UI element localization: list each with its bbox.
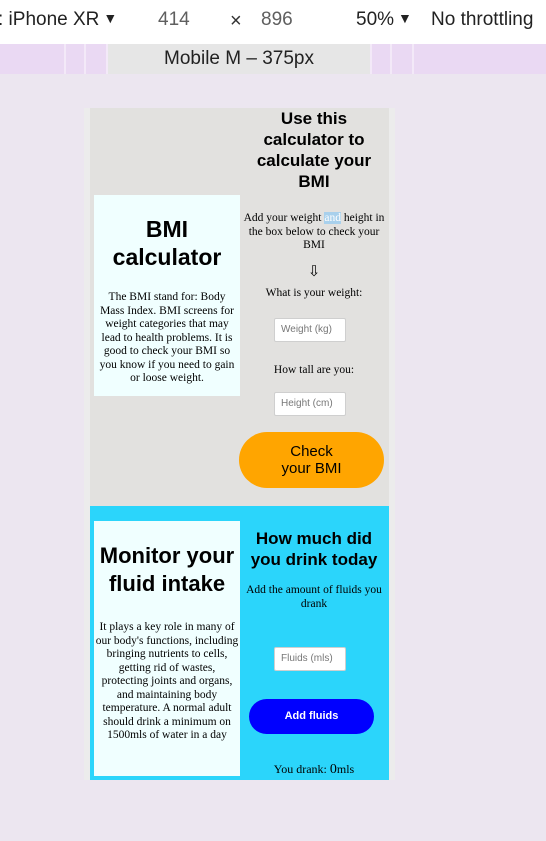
device-selector[interactable]: : iPhone XR ▼ [0,9,117,31]
bmi-card-title: BMI calculator [112,216,222,270]
media-query-label[interactable]: Mobile M – 375px [108,44,370,74]
bmi-heading: Use this calculator to calculate your BM… [256,109,372,191]
check-bmi-button[interactable]: Check your BMI [239,432,384,488]
fluid-card-text: It plays a key role in many of our body'… [95,621,239,741]
fluid-intro-text: Add the amount of fluids you drank [246,584,382,610]
device-name: : iPhone XR [0,9,100,30]
media-query-segment[interactable] [0,44,64,74]
drank-value: 0 [329,762,337,777]
throttling-selector[interactable]: No throttling [431,9,533,31]
intro-text-part: Add your weight [243,212,325,224]
media-query-segment[interactable] [372,44,390,74]
fluid-section: Monitor your fluid intake It plays a key… [90,506,389,780]
times-icon: × [230,10,242,32]
bmi-calculator-column: Use this calculator to calculate your BM… [241,108,387,299]
fluid-heading: How much did you drink today [250,529,378,569]
devtools-toolbar: : iPhone XR ▼ 414 × 896 50% ▼ No throttlin… [0,0,546,44]
device-viewport: BMI calculator The BMI stand for: Body M… [84,108,395,780]
zoom-selector[interactable]: 50% ▼ [356,9,412,31]
bmi-card-text: The BMI stand for: Body Mass Index. BMI … [99,291,235,384]
height-field[interactable]: 896 [261,9,293,31]
bmi-intro-text: Add your weight and height in the box be… [241,212,387,253]
fluids-input[interactable]: Fluids (mls) [274,647,346,671]
drank-total: You drank: 0mls [241,762,387,778]
zoom-value: 50% [356,9,395,30]
fluid-card-title: Monitor your fluid intake [99,543,235,596]
bmi-info-card: BMI calculator The BMI stand for: Body M… [94,195,240,396]
height-label: How tall are you: [273,364,355,376]
height-input[interactable]: Height (cm) [274,392,346,416]
add-fluids-button[interactable]: Add fluids [249,699,374,734]
media-query-segment[interactable] [414,44,546,74]
intro-text-highlight: and [324,212,341,224]
media-query-segment[interactable] [86,44,106,74]
down-arrow-icon: ⇩ [307,262,321,280]
fluid-tracker-column: How much did you drink today Add the amo… [241,528,387,611]
media-query-segment[interactable] [66,44,84,74]
media-query-bar: Mobile M – 375px [0,44,546,74]
caret-down-icon: ▼ [103,10,118,26]
drank-label: You drank: [273,762,330,776]
caret-down-icon: ▼ [398,10,412,26]
check-bmi-label: Check your BMI [281,443,342,477]
bmi-section: BMI calculator The BMI stand for: Body M… [90,108,389,506]
width-field[interactable]: 414 [158,9,190,31]
weight-input[interactable]: Weight (kg) [274,318,346,342]
fluid-info-card: Monitor your fluid intake It plays a key… [94,521,240,776]
weight-label: What is your weight: [265,286,363,299]
media-query-segment[interactable] [392,44,412,74]
drank-unit: mls [336,762,355,776]
